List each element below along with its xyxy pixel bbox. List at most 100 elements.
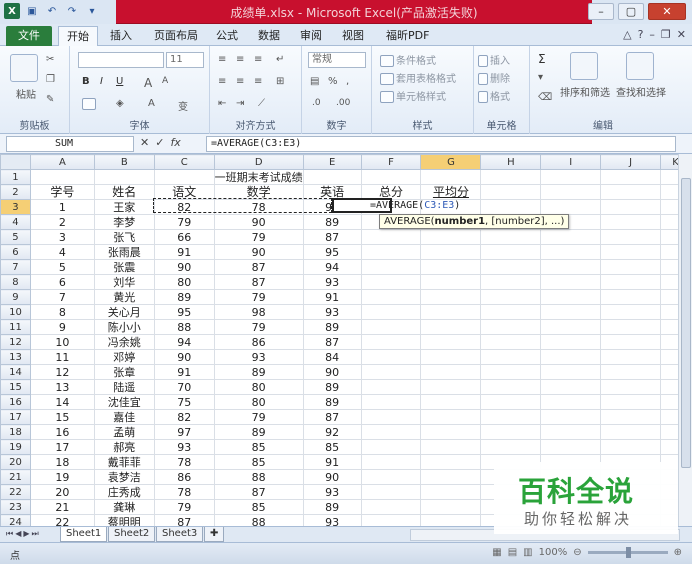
cell[interactable]: 79: [213, 289, 304, 305]
cell[interactable]: 90: [302, 199, 362, 215]
empty-cell[interactable]: [420, 439, 482, 455]
row-header[interactable]: 7: [0, 259, 31, 275]
empty-cell[interactable]: [600, 379, 661, 395]
empty-cell[interactable]: [420, 424, 482, 440]
cell[interactable]: 89: [302, 319, 362, 335]
in-cell-formula[interactable]: =AVERAGE(C3:E3): [370, 200, 460, 211]
empty-cell[interactable]: [480, 289, 542, 305]
cell[interactable]: 蔡明明: [93, 514, 155, 526]
first-sheet-icon[interactable]: ⏮: [6, 529, 13, 539]
header-cell[interactable]: 总分: [360, 184, 422, 200]
find-select-icon[interactable]: [626, 52, 654, 80]
comma-button[interactable]: ,: [346, 76, 349, 87]
orientation-icon[interactable]: ⟋: [258, 98, 265, 109]
font-size-combo[interactable]: 11: [166, 52, 204, 68]
cell[interactable]: 94: [302, 259, 362, 275]
tab-home[interactable]: 开始: [58, 26, 98, 46]
insert-cells-button[interactable]: 插入: [478, 52, 510, 67]
cell[interactable]: 7: [29, 289, 95, 305]
sort-filter-icon[interactable]: [570, 52, 598, 80]
cell[interactable]: 93: [153, 439, 215, 455]
row-header[interactable]: 21: [0, 469, 31, 485]
empty-cell[interactable]: [420, 334, 482, 350]
cell[interactable]: 9: [29, 319, 95, 335]
vertical-scrollbar[interactable]: [678, 154, 692, 526]
cell[interactable]: 12: [29, 364, 95, 380]
empty-cell[interactable]: [600, 214, 661, 230]
column-header[interactable]: F: [360, 154, 422, 170]
cell[interactable]: [302, 169, 362, 185]
phonetic-button[interactable]: 变: [178, 98, 188, 113]
row-header[interactable]: 12: [0, 334, 31, 350]
cell[interactable]: 1: [29, 199, 95, 215]
empty-cell[interactable]: [420, 274, 482, 290]
row-header[interactable]: 16: [0, 394, 31, 410]
empty-cell[interactable]: [480, 424, 542, 440]
cell[interactable]: 93: [302, 484, 362, 500]
sort-filter-button[interactable]: 排序和筛选: [560, 84, 610, 99]
cell[interactable]: 14: [29, 394, 95, 410]
cell[interactable]: 戴菲菲: [93, 454, 155, 470]
empty-cell[interactable]: [540, 304, 602, 320]
format-painter-icon[interactable]: ✎: [46, 94, 54, 105]
cell[interactable]: 90: [153, 349, 215, 365]
cell[interactable]: 张雨晨: [93, 244, 155, 260]
cell[interactable]: 88: [213, 514, 304, 526]
cell[interactable]: 79: [213, 409, 304, 425]
undo-icon[interactable]: ↶: [44, 3, 60, 19]
cell-styles-button[interactable]: 单元格样式: [380, 88, 446, 103]
cell[interactable]: 82: [153, 199, 215, 215]
cell[interactable]: 2: [29, 214, 95, 230]
cell[interactable]: 87: [153, 514, 215, 526]
empty-cell[interactable]: [420, 304, 482, 320]
formula-input[interactable]: =AVERAGE(C3:E3): [206, 136, 676, 152]
maximize-button[interactable]: ▢: [618, 3, 644, 20]
empty-cell[interactable]: [420, 379, 482, 395]
save-icon[interactable]: ▣: [24, 3, 40, 19]
cell[interactable]: [600, 184, 661, 200]
vertical-scroll-thumb[interactable]: [681, 178, 691, 468]
cell[interactable]: 张章: [93, 364, 155, 380]
empty-cell[interactable]: [360, 259, 422, 275]
cell[interactable]: 10: [29, 334, 95, 350]
align-left-icon[interactable]: ≡: [218, 76, 226, 87]
zoom-out-icon[interactable]: ⊖: [573, 547, 581, 558]
empty-cell[interactable]: [360, 439, 422, 455]
format-as-table-button[interactable]: 套用表格格式: [380, 70, 456, 85]
cell[interactable]: 84: [302, 349, 362, 365]
cell[interactable]: 90: [213, 244, 304, 260]
sheet-tab-3[interactable]: Sheet3: [156, 527, 204, 542]
sheet-title[interactable]: 一班期末考试成绩: [213, 169, 304, 185]
cell[interactable]: 85: [302, 439, 362, 455]
empty-cell[interactable]: [420, 349, 482, 365]
number-format-combo[interactable]: 常规: [308, 52, 366, 68]
cell[interactable]: 79: [213, 319, 304, 335]
empty-cell[interactable]: [480, 199, 542, 215]
cell[interactable]: 刘华: [93, 274, 155, 290]
empty-cell[interactable]: [600, 409, 661, 425]
cell[interactable]: 86: [153, 469, 215, 485]
empty-cell[interactable]: [540, 439, 602, 455]
cell[interactable]: 89: [213, 424, 304, 440]
align-top-icon[interactable]: ≡: [218, 54, 226, 65]
cell[interactable]: 78: [153, 484, 215, 500]
cell[interactable]: 93: [302, 304, 362, 320]
empty-cell[interactable]: [600, 394, 661, 410]
cell[interactable]: 17: [29, 439, 95, 455]
cell[interactable]: 89: [302, 379, 362, 395]
cell[interactable]: 98: [213, 304, 304, 320]
empty-cell[interactable]: [360, 499, 422, 515]
zoom-in-icon[interactable]: ⊕: [674, 547, 682, 558]
cell[interactable]: 庄秀成: [93, 484, 155, 500]
column-header[interactable]: A: [29, 154, 95, 170]
empty-cell[interactable]: [540, 319, 602, 335]
empty-cell[interactable]: [540, 349, 602, 365]
row-header[interactable]: 20: [0, 454, 31, 470]
conditional-format-button[interactable]: 条件格式: [380, 52, 436, 67]
cell[interactable]: 冯余姚: [93, 334, 155, 350]
empty-cell[interactable]: [600, 199, 661, 215]
row-header[interactable]: 11: [0, 319, 31, 335]
cell[interactable]: 80: [153, 274, 215, 290]
tab-file[interactable]: 文件: [6, 26, 52, 46]
cell[interactable]: 89: [302, 214, 362, 230]
